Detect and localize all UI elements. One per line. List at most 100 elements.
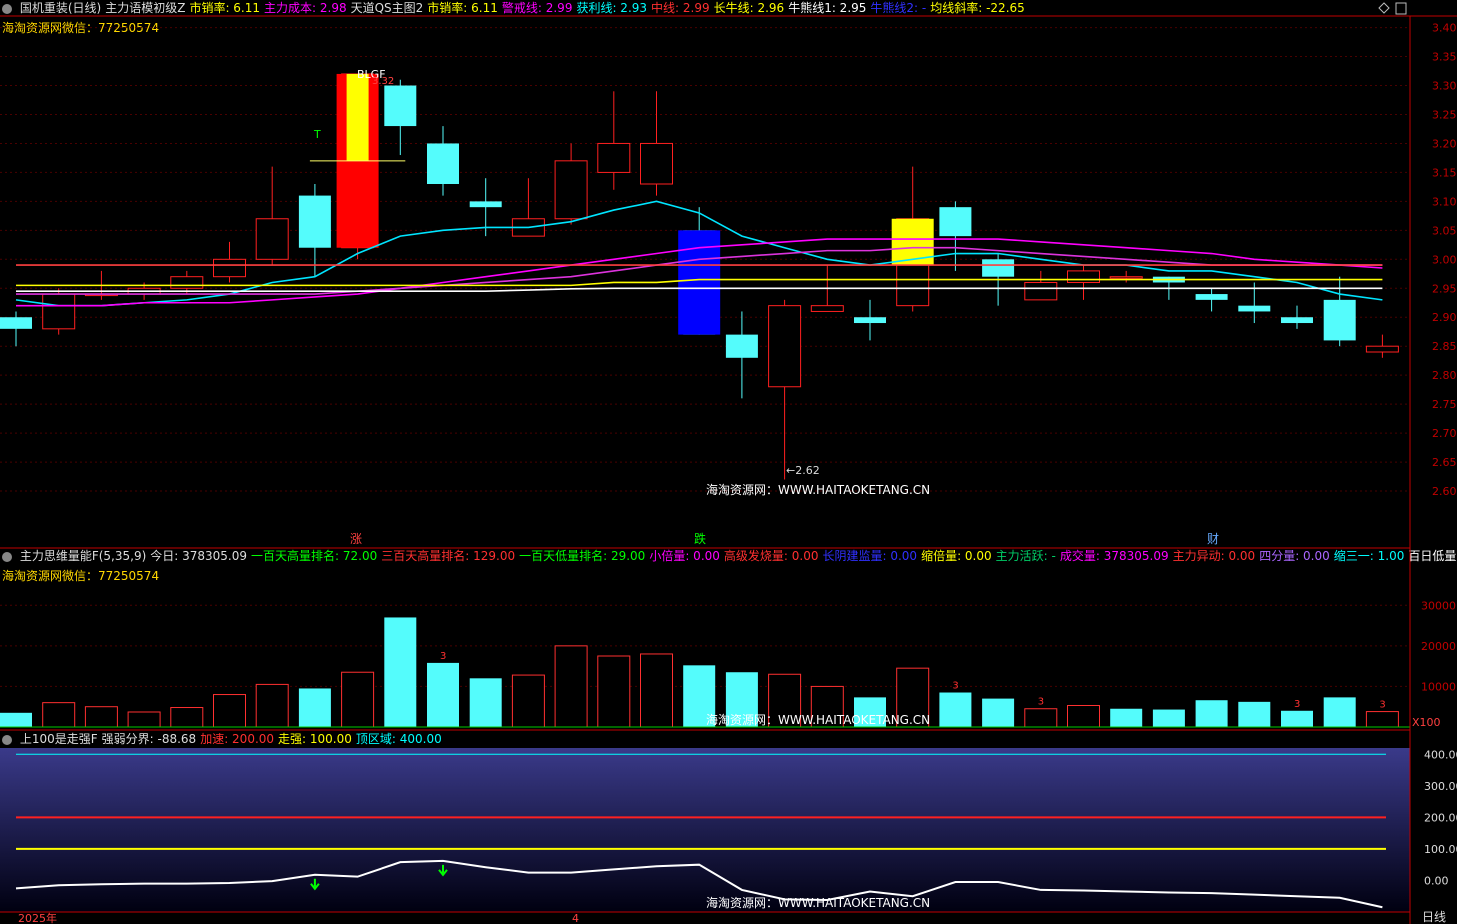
- volume-tick-label: 10000: [1421, 680, 1456, 693]
- candle-body-up: [810, 305, 844, 312]
- volume-bar-up: [127, 711, 161, 728]
- volume-bar-up: [1067, 704, 1100, 728]
- indicator-tick-label: 300.00: [1424, 780, 1457, 793]
- candle-body-down: [1323, 299, 1356, 341]
- price-tick-label: 3.20: [1432, 137, 1457, 150]
- volume-bar-up: [213, 694, 246, 728]
- price-tick-label: 3.35: [1432, 51, 1457, 64]
- price-tick-label: 2.65: [1432, 456, 1457, 469]
- candle-body-up: [1109, 276, 1143, 279]
- high-label: 3.32: [372, 76, 394, 87]
- volume-marker-3: 3: [1038, 697, 1044, 708]
- candle-body-up: [640, 142, 673, 185]
- marker-die: 跌: [694, 531, 706, 546]
- volume-marker-3: 3: [952, 681, 958, 692]
- price-tick-label: 2.70: [1432, 427, 1457, 440]
- volume-bar-up: [640, 653, 673, 728]
- period-label: 日线: [1422, 910, 1446, 924]
- price-tick-label: 3.40: [1432, 22, 1457, 35]
- volume-bar-down: [982, 698, 1015, 727]
- price-tick-label: 2.95: [1432, 282, 1457, 295]
- candle-body-down: [384, 85, 417, 127]
- volume-marker-3: 3: [1294, 699, 1300, 710]
- volume-bar-down: [384, 617, 417, 727]
- price-tick-label: 3.10: [1432, 195, 1457, 208]
- bottom-month: 4: [572, 912, 579, 924]
- volume-bar-up: [255, 683, 289, 728]
- highlight-bar: [346, 73, 369, 161]
- price-tick-label: 2.85: [1432, 340, 1457, 353]
- volume-bar-down: [939, 692, 972, 727]
- volume-bar-down: [298, 688, 331, 727]
- volume-panel: 3 3 3 3 3: [0, 547, 1410, 728]
- candle-body-down: [298, 195, 331, 248]
- volume-bar-down: [1195, 700, 1228, 727]
- diamond-icon[interactable]: [1378, 2, 1390, 14]
- candle-body-down: [1281, 317, 1313, 324]
- candle-body-up: [213, 258, 246, 278]
- volume-bar-down: [469, 678, 502, 727]
- candle-body-up: [42, 293, 76, 330]
- volume-tick-label: 20000: [1421, 640, 1456, 653]
- bottom-year: 2025年: [18, 911, 57, 924]
- indicator-background: [0, 748, 1410, 912]
- volume-bar-up: [511, 674, 545, 728]
- candle-body-up: [597, 142, 631, 173]
- volume-bar-up: [42, 702, 76, 728]
- candle-body-up: [1365, 345, 1399, 353]
- volume-bar-up: [341, 671, 375, 728]
- price-tick-label: 3.00: [1432, 253, 1457, 266]
- price-tick-label: 2.75: [1432, 398, 1457, 411]
- candle-body-down: [939, 207, 972, 237]
- candle-body-down: [427, 143, 459, 184]
- candle-body-down: [982, 259, 1015, 277]
- volume-bar-down: [427, 662, 459, 727]
- watermark-indicator: 海淘资源网：WWW.HAITAOKETANG.CN: [706, 895, 930, 910]
- price-tick-label: 3.25: [1432, 108, 1457, 121]
- watermark-main: 海淘资源网：WWW.HAITAOKETANG.CN: [706, 482, 930, 497]
- volume-bar-up: [554, 645, 588, 728]
- volume-bar-down: [0, 712, 32, 727]
- candle-body-up: [1024, 281, 1058, 301]
- candle-body-up: [768, 305, 802, 388]
- volume-bar-down: [1152, 709, 1185, 727]
- candle-body-down: [0, 317, 32, 329]
- volume-bar-up: [1365, 711, 1399, 728]
- volume-unit: X100: [1412, 716, 1441, 729]
- price-tick-label: 2.80: [1432, 369, 1457, 382]
- volume-marker-3: 3: [440, 651, 446, 662]
- price-tick-label: 3.30: [1432, 80, 1457, 93]
- price-tick-label: 2.90: [1432, 311, 1457, 324]
- candlestick-panel: [0, 27, 1410, 492]
- candle-body-up: [170, 276, 204, 289]
- candle-body-up: [554, 160, 588, 220]
- indicator-tick-label: 100.00: [1424, 843, 1457, 856]
- candle-body-down: [725, 334, 758, 358]
- marker-zhang: 涨: [350, 531, 362, 546]
- candle-body-down: [469, 201, 502, 208]
- candle-body-down: [1238, 305, 1271, 312]
- volume-bar-up: [84, 706, 118, 728]
- highlight-bar: [891, 218, 934, 266]
- watermark-volume: 海淘资源网：WWW.HAITAOKETANG.CN: [706, 712, 930, 727]
- price-tick-label: 2.60: [1432, 485, 1457, 498]
- candle-body-down: [1195, 294, 1228, 300]
- top-right-icons[interactable]: [1378, 2, 1407, 15]
- indicator-tick-label: 200.00: [1424, 811, 1457, 824]
- marker-t: T: [313, 128, 321, 141]
- volume-tick-label: 30000: [1421, 599, 1456, 612]
- volume-bar-down: [1323, 697, 1356, 727]
- volume-bar-up: [170, 707, 204, 728]
- volume-bar-down: [1238, 701, 1271, 727]
- volume-bar-up: [597, 655, 631, 728]
- low-label: ←2.62: [786, 464, 820, 477]
- price-tick-label: 3.05: [1432, 224, 1457, 237]
- candle-body-up: [255, 218, 289, 260]
- volume-bar-up: [1024, 708, 1058, 728]
- volume-marker-3: 3: [1379, 700, 1385, 711]
- stock-chart[interactable]: 3 3 3 3 3 3.40 3.35 3.30 3.25 3.20 3.15 3.10 3.05 3.…: [0, 0, 1457, 924]
- window-icon[interactable]: [1395, 2, 1407, 15]
- price-tick-label: 3.15: [1432, 166, 1457, 179]
- indicator-tick-label: 0.00: [1424, 874, 1449, 887]
- indicator-tick-label: 400.00: [1424, 748, 1457, 761]
